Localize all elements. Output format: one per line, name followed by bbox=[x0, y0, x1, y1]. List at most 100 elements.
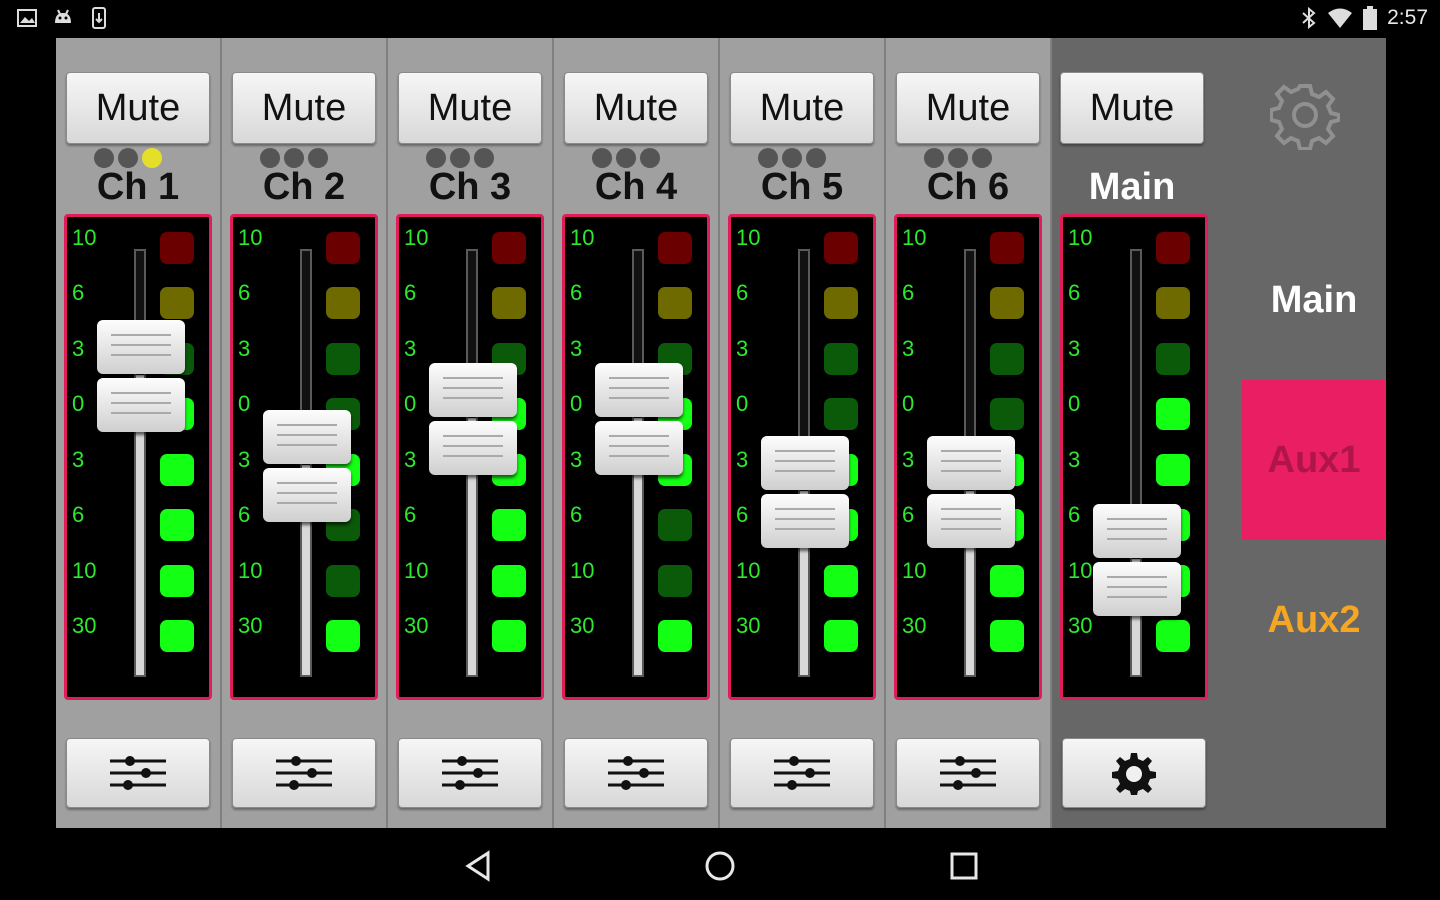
db-tick-label: 0 bbox=[72, 391, 85, 416]
fader-handle[interactable] bbox=[927, 435, 1015, 550]
mute-button[interactable]: Mute bbox=[564, 72, 708, 144]
wifi-icon bbox=[1328, 8, 1353, 28]
bus-aux1-label: Aux1 bbox=[1267, 438, 1361, 481]
battery-icon bbox=[1363, 6, 1378, 30]
level-led bbox=[1156, 398, 1190, 430]
channel-eq-button[interactable] bbox=[398, 738, 542, 808]
fader-cap bbox=[429, 421, 517, 476]
channel-strip-1: Mute Ch 1 10 6 3 0 3 6 10 30 bbox=[56, 38, 222, 828]
level-meter: 10 6 3 0 3 6 10 30 bbox=[396, 214, 544, 700]
level-led bbox=[824, 232, 858, 264]
bus-aux1[interactable]: Aux1 bbox=[1242, 380, 1386, 540]
pan-dot bbox=[640, 148, 660, 168]
db-tick-label: 6 bbox=[736, 502, 749, 527]
level-led bbox=[1156, 343, 1190, 375]
pan-indicator bbox=[426, 148, 494, 168]
main-mute-button[interactable]: Mute bbox=[1060, 72, 1204, 144]
bus-aux2-label: Aux2 bbox=[1267, 598, 1361, 641]
fader-handle[interactable] bbox=[97, 320, 185, 434]
fader-handle[interactable] bbox=[1093, 504, 1181, 618]
db-tick-label: 3 bbox=[902, 336, 915, 361]
fader-handle[interactable] bbox=[429, 363, 517, 477]
eq-sliders-icon bbox=[774, 756, 830, 790]
level-meter: 10 6 3 0 3 6 10 30 bbox=[230, 214, 378, 700]
channel-label: Ch 3 bbox=[428, 166, 512, 208]
level-led bbox=[658, 565, 692, 597]
db-tick-label: 10 bbox=[238, 558, 263, 583]
channel-label: Ch 2 bbox=[262, 166, 346, 208]
gear-icon bbox=[1112, 753, 1156, 795]
bus-aux2[interactable]: Aux2 bbox=[1242, 540, 1386, 700]
image-icon bbox=[17, 9, 37, 27]
eq-sliders-icon bbox=[608, 756, 664, 790]
status-time: 2:57 bbox=[1387, 6, 1428, 29]
level-led bbox=[160, 565, 194, 597]
db-tick-label: 6 bbox=[404, 280, 417, 305]
db-tick-label: 6 bbox=[736, 280, 749, 305]
pan-dot bbox=[118, 148, 138, 168]
settings-gear-icon[interactable] bbox=[1270, 80, 1340, 150]
eq-sliders-icon bbox=[940, 756, 996, 790]
back-icon[interactable] bbox=[458, 846, 498, 886]
level-led bbox=[492, 565, 526, 597]
main-settings-button[interactable] bbox=[1062, 738, 1206, 808]
mute-button[interactable]: Mute bbox=[896, 72, 1040, 144]
fader-cap bbox=[1093, 562, 1181, 617]
pan-dot bbox=[260, 148, 280, 168]
bluetooth-icon bbox=[1302, 6, 1316, 30]
db-tick-label: 10 bbox=[238, 225, 263, 250]
main-strip: Mute Main 10 6 3 0 3 6 10 30 bbox=[1052, 38, 1242, 828]
channel-eq-button[interactable] bbox=[730, 738, 874, 808]
db-tick-label: 0 bbox=[404, 391, 417, 416]
pan-indicator bbox=[924, 148, 992, 168]
db-tick-label: 0 bbox=[238, 391, 251, 416]
recents-icon[interactable] bbox=[944, 846, 984, 886]
fader-handle[interactable] bbox=[761, 435, 849, 550]
channel-eq-button[interactable] bbox=[66, 738, 210, 808]
db-tick-label: 10 bbox=[404, 225, 429, 250]
db-tick-label: 10 bbox=[72, 558, 97, 583]
db-tick-label: 30 bbox=[72, 613, 97, 638]
fader-cap bbox=[429, 363, 517, 418]
mute-button[interactable]: Mute bbox=[66, 72, 210, 144]
db-tick-label: 10 bbox=[1068, 558, 1093, 583]
mute-button[interactable]: Mute bbox=[232, 72, 376, 144]
level-led bbox=[160, 620, 194, 652]
fader-handle[interactable] bbox=[263, 410, 351, 524]
level-led bbox=[492, 287, 526, 319]
level-led bbox=[990, 232, 1024, 264]
eq-sliders-icon bbox=[276, 756, 332, 790]
level-led bbox=[1156, 620, 1190, 652]
db-tick-label: 6 bbox=[404, 502, 417, 527]
level-led bbox=[658, 620, 692, 652]
mute-button[interactable]: Mute bbox=[730, 72, 874, 144]
level-led bbox=[326, 620, 360, 652]
level-led bbox=[824, 287, 858, 319]
fader-cap bbox=[761, 435, 849, 490]
db-tick-label: 10 bbox=[570, 558, 595, 583]
db-tick-label: 30 bbox=[1068, 613, 1093, 638]
db-tick-label: 10 bbox=[736, 225, 761, 250]
pan-dot bbox=[924, 148, 944, 168]
level-led bbox=[160, 454, 194, 486]
fader-handle[interactable] bbox=[595, 363, 683, 477]
channel-strip-2: Mute Ch 2 10 6 3 0 3 6 10 30 bbox=[222, 38, 388, 828]
channel-eq-button[interactable] bbox=[232, 738, 376, 808]
home-icon[interactable] bbox=[700, 846, 740, 886]
db-tick-label: 10 bbox=[404, 558, 429, 583]
pan-indicator bbox=[592, 148, 660, 168]
level-led bbox=[160, 287, 194, 319]
channel-strip-6: Mute Ch 6 10 6 3 0 3 6 10 30 bbox=[886, 38, 1052, 828]
level-led bbox=[1156, 287, 1190, 319]
mute-button[interactable]: Mute bbox=[398, 72, 542, 144]
db-tick-label: 3 bbox=[736, 447, 749, 472]
main-label: Main bbox=[1088, 166, 1176, 208]
bus-main[interactable]: Main bbox=[1242, 220, 1386, 380]
channel-eq-button[interactable] bbox=[896, 738, 1040, 808]
channel-label: Ch 4 bbox=[594, 166, 678, 208]
channel-eq-button[interactable] bbox=[564, 738, 708, 808]
level-led bbox=[990, 343, 1024, 375]
db-tick-label: 6 bbox=[1068, 502, 1081, 527]
pan-indicator bbox=[94, 148, 162, 168]
level-led bbox=[492, 232, 526, 264]
